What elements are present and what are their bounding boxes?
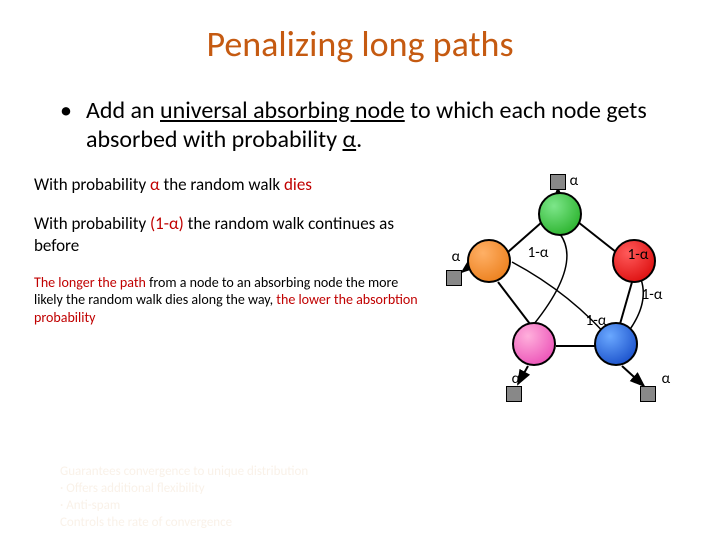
graph-diagram: α α 1-α 1-α 1-α 1-α α α (422, 174, 700, 434)
txt: With probability (34, 174, 150, 195)
body: With probability α the random walk dies … (0, 164, 720, 434)
ghost-text: Guarantees convergence to unique distrib… (60, 464, 308, 532)
slide-title: Penalizing long paths (0, 0, 720, 66)
alpha-symbol: α (343, 125, 357, 154)
absorbing-box (446, 270, 462, 286)
node-green (538, 192, 582, 236)
text-column: With probability α the random walk dies … (34, 174, 422, 434)
alpha-red: α (150, 174, 160, 195)
paragraph-longer: The longer the path from a node to an ab… (34, 274, 422, 327)
txt: With probability (34, 213, 150, 234)
absorbing-box (506, 386, 522, 402)
txt: Add an (86, 96, 160, 125)
node-pink (512, 322, 556, 366)
label-alpha: α (662, 370, 671, 388)
label-alpha: α (512, 370, 521, 388)
dies-red: dies (284, 174, 312, 195)
label-alpha: α (452, 248, 461, 266)
label-one-minus: 1-α (642, 286, 663, 304)
one-minus-alpha-red: (1-α) (150, 213, 184, 234)
absorbing-box (550, 174, 566, 190)
node-orange (467, 239, 511, 283)
main-bullet: • Add an universal absorbing node to whi… (0, 66, 720, 164)
bullet-dot: • (60, 96, 72, 154)
underlined-term: universal absorbing node (160, 96, 405, 125)
label-alpha: α (570, 172, 579, 190)
txt: . (356, 125, 362, 154)
label-one-minus: 1-α (528, 244, 549, 262)
paragraph-dies: With probability α the random walk dies (34, 174, 422, 195)
label-one-minus: 1-α (586, 312, 607, 330)
absorbing-box (640, 386, 656, 402)
bullet-text: Add an universal absorbing node to which… (86, 96, 670, 154)
paragraph-continues: With probability (1-α) the random walk c… (34, 213, 422, 256)
longer-red: The longer the path (34, 274, 146, 291)
label-one-minus: 1-α (628, 246, 649, 264)
txt: the random walk (160, 174, 284, 195)
